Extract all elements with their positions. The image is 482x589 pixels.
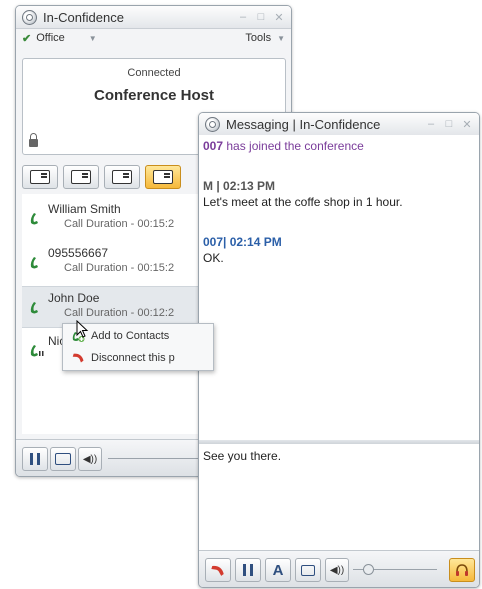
speaker-icon: ◀)) xyxy=(329,564,345,576)
connection-status: Connected xyxy=(127,67,181,79)
message-header: M | 02:13 PM xyxy=(203,179,276,193)
compose-text: See you there. xyxy=(203,449,282,463)
disconnect-item[interactable]: Disconnect this p xyxy=(63,348,213,368)
maximize-icon[interactable]: □ xyxy=(255,11,267,24)
volume-slider-knob[interactable] xyxy=(363,564,374,575)
message-body: OK. xyxy=(203,251,224,265)
mouse-cursor-icon xyxy=(76,320,89,338)
messaging-titlebar[interactable]: Messaging | In-Confidence – □ ✕ xyxy=(199,113,479,136)
hold-button[interactable] xyxy=(235,558,261,582)
volume-button[interactable]: ◀)) xyxy=(78,447,102,471)
compose-input[interactable]: See you there. xyxy=(199,444,479,550)
chat-icon xyxy=(55,453,71,465)
headset-button[interactable] xyxy=(449,558,475,582)
system-text: has joined the conference xyxy=(223,139,364,153)
dialpad-icon xyxy=(30,170,50,184)
maximize-icon[interactable]: □ xyxy=(443,118,455,131)
caller-name: John Doe xyxy=(48,291,100,305)
caller-name: 095556667 xyxy=(48,246,109,260)
office-status-icon: ✔ xyxy=(22,32,32,45)
history-button[interactable] xyxy=(104,165,140,189)
chat-button[interactable] xyxy=(50,447,76,471)
main-titlebar[interactable]: In-Confidence – □ ✕ xyxy=(16,6,291,29)
messaging-window-title: Messaging | In-Confidence xyxy=(226,116,381,132)
close-icon[interactable]: ✕ xyxy=(273,11,285,24)
phone-active-icon xyxy=(28,254,44,270)
messaging-window: Messaging | In-Confidence – □ ✕ 007 has … xyxy=(198,112,480,588)
close-icon[interactable]: ✕ xyxy=(461,118,473,131)
conference-icon xyxy=(153,170,173,184)
font-icon: A xyxy=(272,561,284,579)
minimize-icon[interactable]: – xyxy=(425,118,437,131)
volume-slider[interactable] xyxy=(108,458,198,459)
add-to-contacts-label: Add to Contacts xyxy=(91,330,170,342)
office-menu[interactable]: Office xyxy=(36,32,65,44)
speaker-icon: ◀)) xyxy=(82,453,98,465)
font-button[interactable]: A xyxy=(265,558,291,582)
lock-icon xyxy=(29,133,38,147)
call-duration: Call Duration - 00:15:2 xyxy=(64,262,175,274)
message-body: Let's meet at the coffe shop in 1 hour. xyxy=(203,195,403,209)
hold-button[interactable] xyxy=(22,447,48,471)
caller-name: William Smith xyxy=(48,202,121,216)
headset-icon xyxy=(456,564,468,576)
chevron-down-icon[interactable]: ▼ xyxy=(89,34,97,43)
phone-active-icon xyxy=(28,299,44,315)
transfer-icon xyxy=(301,564,315,576)
conference-host-label: Conference Host xyxy=(93,87,215,104)
contacts-button[interactable] xyxy=(63,165,99,189)
pause-icon xyxy=(243,564,253,576)
disconnect-label: Disconnect this p xyxy=(91,352,175,364)
call-duration: Call Duration - 00:12:2 xyxy=(64,307,175,319)
toolbar xyxy=(22,165,181,189)
messaging-bottom-bar: A ◀)) xyxy=(199,550,479,587)
chevron-down-icon[interactable]: ▼ xyxy=(277,34,285,43)
conference-button[interactable] xyxy=(145,165,181,189)
phone-hold-icon xyxy=(28,342,44,358)
system-message: 007 has joined the conference xyxy=(203,139,364,153)
tools-menu[interactable]: Tools xyxy=(245,32,271,44)
history-icon xyxy=(112,170,132,184)
volume-button[interactable]: ◀)) xyxy=(325,558,349,582)
message-header: 007| 02:14 PM xyxy=(203,235,282,249)
hangup-button[interactable] xyxy=(205,558,231,582)
minimize-icon[interactable]: – xyxy=(237,11,249,24)
call-duration: Call Duration - 00:15:2 xyxy=(64,218,175,230)
transfer-button[interactable] xyxy=(295,558,321,582)
chat-log: 007 has joined the conference M | 02:13 … xyxy=(199,135,479,441)
app-logo-icon xyxy=(205,116,220,132)
system-sender: 007 xyxy=(203,139,224,153)
hangup-icon xyxy=(211,565,224,576)
hangup-icon xyxy=(71,351,85,365)
contacts-icon xyxy=(71,170,91,184)
dialpad-button[interactable] xyxy=(22,165,58,189)
pause-icon xyxy=(30,453,40,465)
phone-active-icon xyxy=(28,210,44,226)
app-logo-icon xyxy=(22,9,37,25)
main-window-title: In-Confidence xyxy=(43,9,124,25)
menubar: ✔ Office ▼ Tools ▼ xyxy=(16,29,291,47)
